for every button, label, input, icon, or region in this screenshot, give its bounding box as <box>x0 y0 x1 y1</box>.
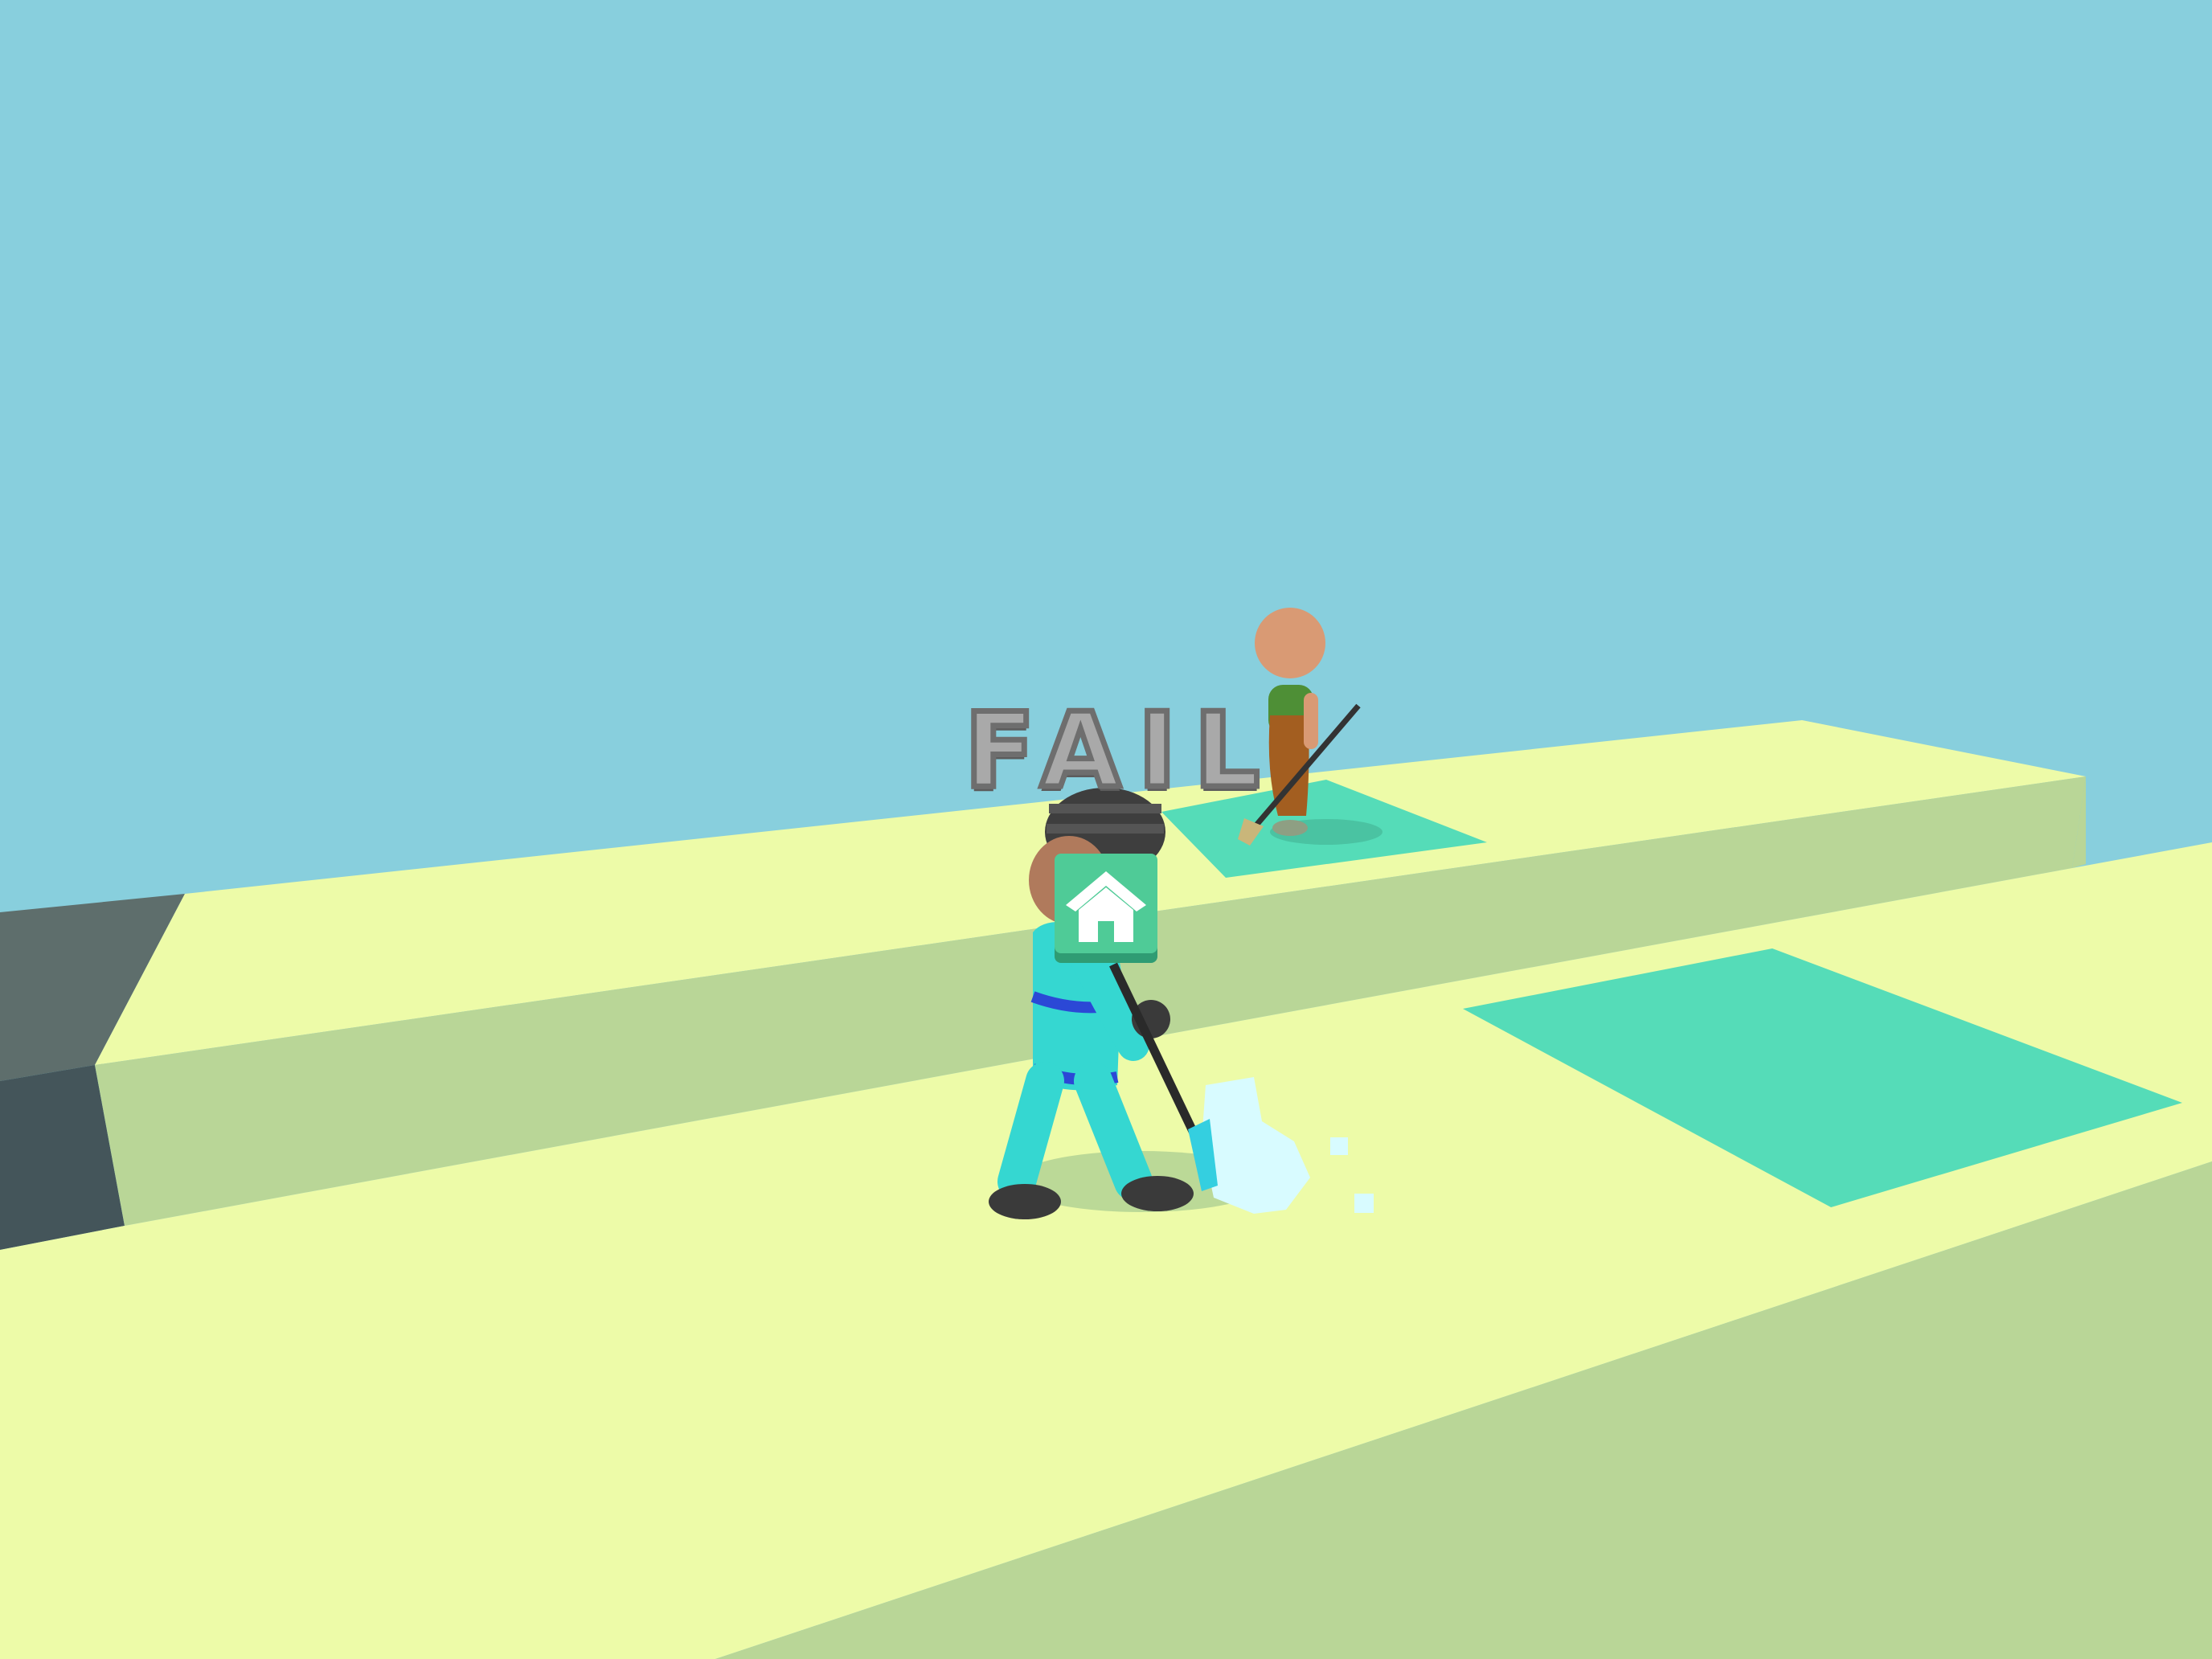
game-scene <box>0 0 2212 1659</box>
game-viewport: FAIL <box>0 0 2212 1659</box>
home-button[interactable] <box>1055 854 1157 963</box>
home-icon <box>1055 854 1157 963</box>
